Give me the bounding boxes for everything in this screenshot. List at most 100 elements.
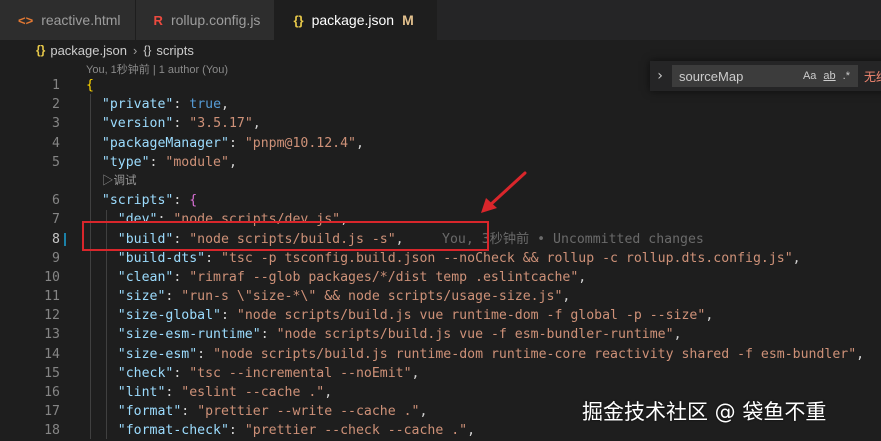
tab-label: package.json	[311, 12, 395, 28]
json-file-icon: {}	[36, 43, 46, 57]
watermark: 掘金技术社区 @ 袋鱼不重	[582, 400, 827, 424]
regex-icon[interactable]: .*	[843, 70, 850, 82]
line-number: 6	[52, 193, 60, 209]
toggle-replace-icon[interactable]: ›	[650, 68, 670, 84]
code-text: "packageManager": "pnpm@10.12.4",	[86, 134, 364, 153]
code-token: ,	[673, 327, 682, 343]
line-number: 1	[52, 78, 60, 93]
line-number: 13	[44, 327, 60, 343]
find-input[interactable]: sourceMap Aa ab .*	[672, 65, 858, 87]
code-token: :	[228, 135, 245, 151]
code-token: "prettier --check --cache ."	[244, 423, 468, 439]
code-token: "size-global"	[117, 308, 221, 324]
git-change-marker[interactable]	[64, 232, 66, 246]
code-line[interactable]: 9 "build-dts": "tsc -p tsconfig.build.js…	[0, 249, 881, 268]
tab-rollup-config[interactable]: R rollup.config.js	[135, 0, 276, 40]
breadcrumb-file[interactable]: package.json	[50, 43, 127, 58]
code-token: "lint"	[117, 385, 166, 400]
modified-badge: M	[402, 12, 414, 28]
line-number: 16	[44, 385, 60, 400]
code-token: :	[173, 193, 190, 209]
code-token: ,	[324, 385, 333, 400]
tab-package-json[interactable]: {} package.json M	[275, 0, 437, 40]
code-line[interactable]: 6 "scripts": {	[0, 191, 881, 210]
code-text: "size-global": "node scripts/build.js vu…	[86, 306, 714, 325]
code-token: "tsc --incremental --noEmit"	[189, 365, 412, 381]
match-case-icon[interactable]: Aa	[803, 70, 816, 82]
code-token: :	[173, 97, 190, 113]
code-token: "node scripts/build.js runtime-dom runti…	[213, 346, 857, 362]
code-text: "version": "3.5.17",	[86, 114, 261, 133]
line-number: 9	[52, 250, 60, 266]
code-token: :	[260, 327, 277, 343]
code-token: "node scripts/build.js vue -f esm-bundle…	[276, 327, 674, 343]
chevron-right-icon: ›	[132, 42, 138, 58]
code-token: ,	[705, 308, 714, 324]
tab-reactive-html[interactable]: <> reactive.html	[0, 0, 136, 40]
highlight-box	[82, 221, 489, 251]
line-number: 18	[44, 423, 60, 439]
code-token: "module"	[165, 154, 229, 170]
code-token: "tsc -p tsconfig.build.json --noCheck &&…	[221, 250, 793, 266]
code-token: ,	[578, 269, 587, 285]
code-line[interactable]: 3 "version": "3.5.17",	[0, 114, 881, 133]
code-line[interactable]: 4 "packageManager": "pnpm@10.12.4",	[0, 134, 881, 153]
code-token: "pnpm@10.12.4"	[244, 135, 356, 151]
tab-label: rollup.config.js	[170, 12, 261, 28]
code-line[interactable]: 2 "private": true,	[0, 95, 881, 114]
breadcrumb-symbol[interactable]: scripts	[156, 43, 194, 58]
code-token: "3.5.17"	[189, 116, 253, 132]
code-token: {	[189, 193, 198, 209]
code-token: ,	[355, 135, 364, 151]
code-line[interactable]: 11 "size": "run-s \"size-*\" && node scr…	[0, 287, 881, 306]
code-line[interactable]: 13 "size-esm-runtime": "node scripts/bui…	[0, 325, 881, 344]
html-file-icon: <>	[18, 12, 34, 28]
code-token: "prettier --write --cache ."	[197, 404, 420, 420]
code-text: "type": "module",	[86, 153, 237, 172]
code-line[interactable]: 14 "size-esm": "node scripts/build.js ru…	[0, 345, 881, 364]
code-token: ,	[792, 250, 801, 266]
debug-codelens[interactable]: ▷调试	[0, 172, 881, 191]
code-line[interactable]: 5 "type": "module",	[0, 153, 881, 172]
line-number: 8	[52, 231, 60, 247]
code-token: "private"	[101, 97, 174, 113]
code-token: "format-check"	[117, 423, 229, 439]
blame-codelens[interactable]: You, 1秒钟前 | 1 author (You)	[86, 61, 228, 77]
breadcrumb: {} package.json › {} scripts	[0, 40, 881, 60]
code-token: :	[173, 269, 190, 285]
code-line[interactable]: 10 "clean": "rimraf --glob packages/*/di…	[0, 268, 881, 287]
line-number: 5	[52, 154, 60, 170]
code-token: :	[173, 116, 190, 132]
code-token: :	[165, 385, 182, 400]
line-number: 4	[52, 135, 60, 151]
code-token: ,	[467, 423, 476, 439]
code-token: ,	[228, 154, 237, 170]
code-text: "private": true,	[86, 95, 229, 114]
code-token: :	[205, 250, 221, 266]
code-token: ,	[221, 97, 229, 113]
line-number: 12	[44, 308, 60, 324]
code-token: "run-s \"size-*\" && node scripts/usage-…	[181, 289, 563, 305]
code-line[interactable]: 15 "check": "tsc --incremental --noEmit"…	[0, 364, 881, 383]
code-token: "node scripts/build.js vue runtime-dom -…	[236, 308, 706, 324]
code-editor[interactable]: 1{2 "private": true, 3 "version": "3.5.17…	[0, 76, 881, 441]
code-token: ,	[562, 289, 571, 305]
code-text: "size": "run-s \"size-*\" && node script…	[86, 287, 571, 306]
code-text: "clean": "rimraf --glob packages/*/dist …	[86, 268, 586, 287]
whole-word-icon[interactable]: ab	[823, 70, 835, 82]
code-token: :	[197, 346, 214, 362]
code-token: "clean"	[117, 269, 174, 285]
rollup-file-icon: R	[153, 12, 163, 28]
code-token: "size"	[117, 289, 166, 305]
line-number: 3	[52, 116, 60, 132]
code-token: :	[149, 154, 166, 170]
debug-codelens-label: ▷调试	[102, 174, 137, 187]
code-line[interactable]: 12 "size-global": "node scripts/build.js…	[0, 306, 881, 325]
line-number: 2	[52, 97, 60, 113]
code-token: ,	[252, 116, 261, 132]
